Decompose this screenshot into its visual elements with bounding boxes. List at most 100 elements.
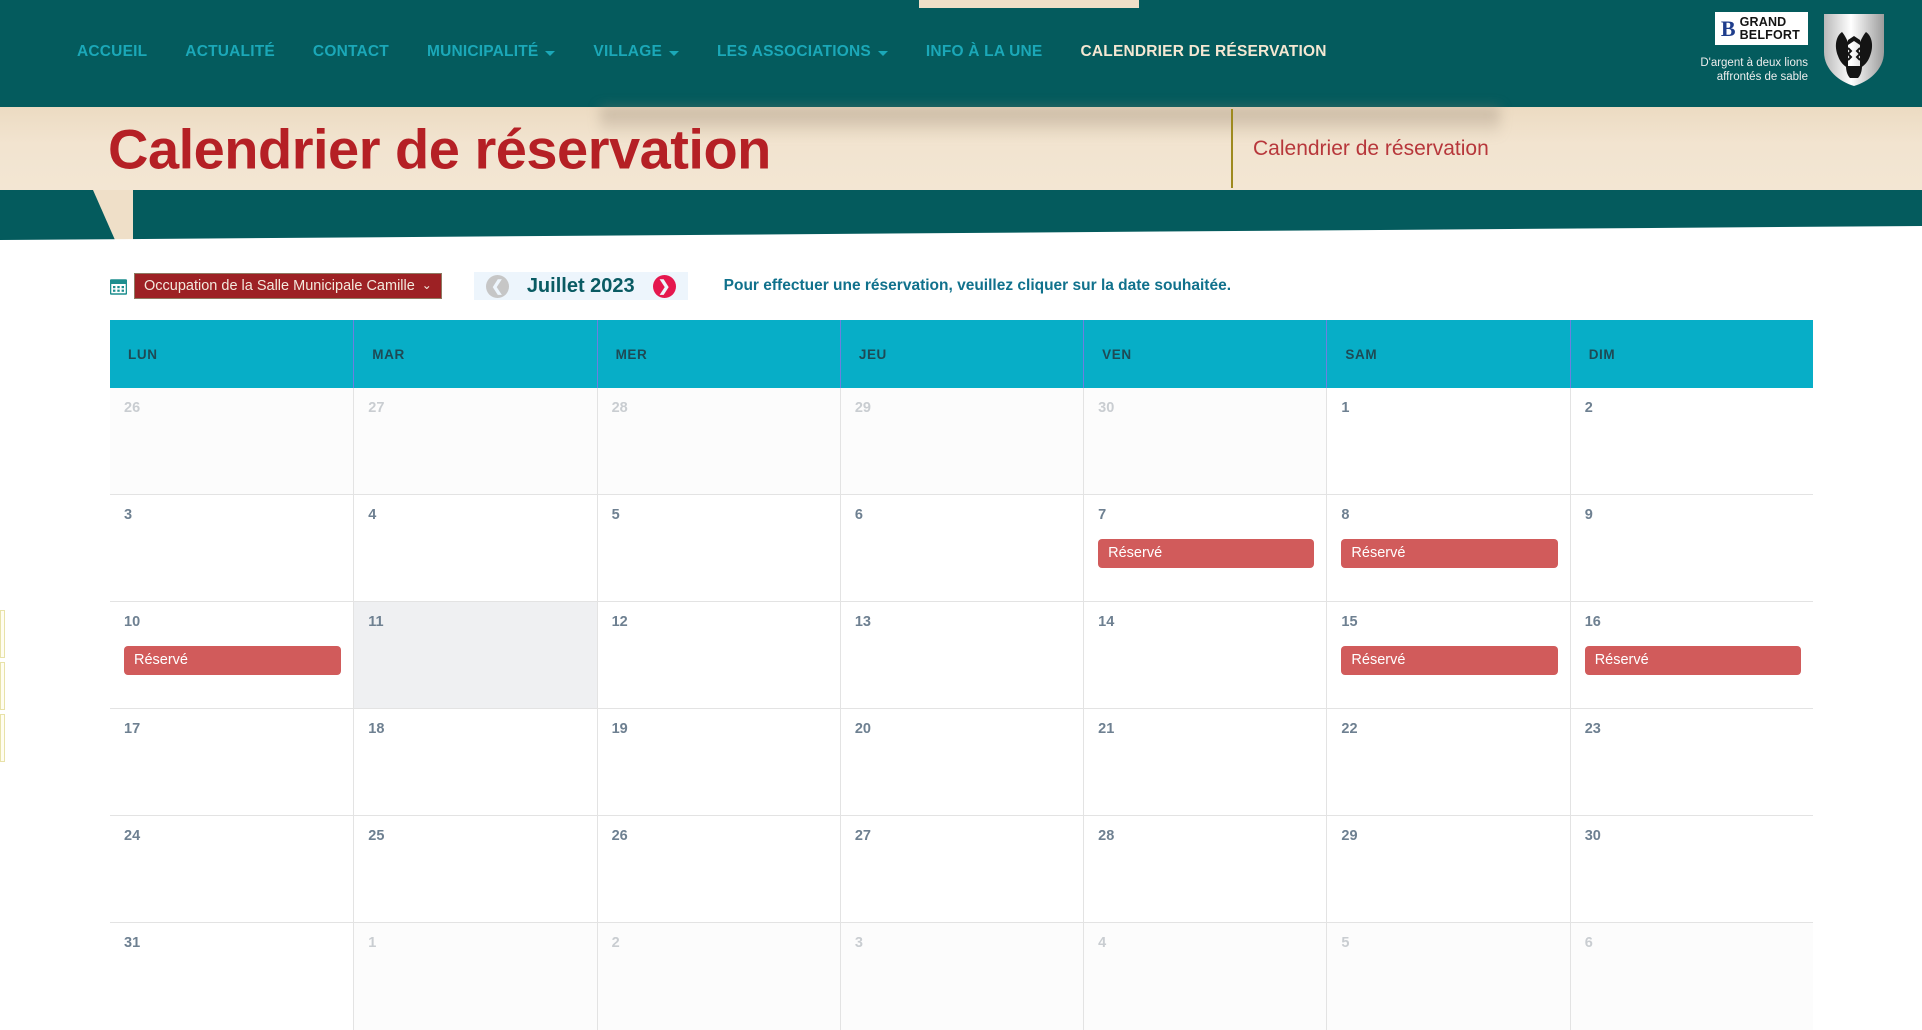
day-number: 29: [854, 400, 871, 416]
calendar-week-row: 17 18 19 20 21 22 23: [110, 709, 1813, 816]
reservation-calendar: LUN MAR MER JEU VEN SAM DIM 26 27 28 29 30 1 2…: [110, 320, 1813, 1030]
nav-item-label: VILLAGE: [593, 43, 662, 60]
calendar-day-cell[interactable]: 22: [1326, 709, 1570, 815]
day-number: 6: [1584, 935, 1593, 951]
chevron-down-icon: ⌄: [421, 277, 432, 292]
reserved-badge[interactable]: Réservé: [1584, 645, 1801, 675]
nav-item-les-associations[interactable]: LES ASSOCIATIONS: [698, 43, 907, 61]
calendar-day-cell[interactable]: 21: [1083, 709, 1327, 815]
day-header-lun: LUN: [128, 346, 158, 362]
day-number: 20: [854, 721, 871, 737]
calendar-day-cell[interactable]: 7 Réservé: [1083, 495, 1327, 601]
offscreen-widget-sliver: [0, 662, 5, 710]
nav-item-calendrier-de-reservation[interactable]: CALENDRIER DE RÉSERVATION: [1061, 43, 1345, 61]
calendar-day-cell[interactable]: 29: [839, 388, 1084, 494]
calendar-day-cell[interactable]: 20: [839, 709, 1084, 815]
day-number: 27: [854, 828, 871, 844]
nav-item-label: MUNICIPALITÉ: [426, 43, 539, 60]
calendar-day-cell[interactable]: 31: [110, 923, 354, 1030]
reserved-badge[interactable]: Réservé: [1098, 538, 1315, 568]
day-number: 1: [1341, 400, 1350, 416]
calendar-day-cell[interactable]: 10 Réservé: [110, 602, 354, 708]
calendar-icon: [109, 278, 128, 295]
day-number: 26: [124, 400, 141, 416]
calendar-day-cell[interactable]: 1: [1326, 388, 1570, 494]
day-number: 29: [1341, 828, 1358, 844]
calendar-day-cell[interactable]: 4: [353, 495, 597, 601]
calendar-week-row: 10 Réservé 11 12 13 14 15 Réservé 16 Réservé: [110, 602, 1813, 709]
calendar-day-cell[interactable]: 26: [110, 388, 354, 494]
calendar-day-cell[interactable]: 15 Réservé: [1326, 602, 1570, 708]
calendar-day-cell[interactable]: 30: [1083, 388, 1327, 494]
calendar-toolbar: Occupation de la Salle Municipale Camill…: [109, 272, 1231, 300]
nav-item-municipalite[interactable]: MUNICIPALITÉ: [408, 43, 574, 61]
day-number: 2: [1584, 400, 1593, 416]
calendar-day-cell[interactable]: 2: [596, 923, 840, 1030]
day-number: 5: [1341, 935, 1350, 951]
calendar-week-row: 3 4 5 6 7 Réservé 8 Réservé 9: [110, 495, 1813, 602]
site-logo[interactable]: B GRAND BELFORT D'argent à deux lions af…: [1668, 12, 1886, 88]
calendar-day-cell[interactable]: 2: [1569, 388, 1813, 494]
grand-belfort-logo: B GRAND BELFORT D'argent à deux lions af…: [1668, 12, 1808, 85]
nav-item-contact[interactable]: CONTACT: [294, 43, 408, 61]
next-month-button[interactable]: ❯: [652, 274, 676, 298]
calendar-day-cell[interactable]: 4: [1083, 923, 1327, 1030]
calendar-day-cell[interactable]: 17: [110, 709, 354, 815]
calendar-day-cell[interactable]: 23: [1569, 709, 1813, 815]
day-number: 10: [124, 614, 141, 630]
reserved-badge[interactable]: Réservé: [1341, 538, 1558, 568]
calendar-day-cell[interactable]: 8 Réservé: [1326, 495, 1570, 601]
page-title: Calendrier de réservation: [108, 117, 771, 180]
calendar-day-cell[interactable]: 18: [353, 709, 597, 815]
calendar-day-cell[interactable]: 30: [1569, 816, 1813, 922]
day-number: 6: [854, 507, 863, 523]
calendar-day-cell[interactable]: 9: [1569, 495, 1813, 601]
calendar-day-cell[interactable]: 3: [110, 495, 354, 601]
calendar-day-cell[interactable]: 29: [1326, 816, 1570, 922]
calendar-day-cell[interactable]: 12: [596, 602, 840, 708]
calendar-day-cell[interactable]: 16 Réservé: [1569, 602, 1813, 708]
nav-item-actualite[interactable]: ACTUALITÉ: [166, 43, 294, 61]
day-header-ven: VEN: [1083, 320, 1326, 388]
calendar-day-cell[interactable]: 19: [596, 709, 840, 815]
banner-notch-decoration: [93, 190, 133, 240]
nav-item-village[interactable]: VILLAGE: [574, 43, 698, 61]
breadcrumb: Calendrier de réservation: [1253, 136, 1489, 160]
previous-month-button[interactable]: ❮: [485, 274, 509, 298]
calendar-day-cell[interactable]: 11: [353, 602, 597, 708]
calendar-day-cell[interactable]: 13: [839, 602, 1084, 708]
room-select[interactable]: Occupation de la Salle Municipale Camill…: [134, 273, 442, 299]
calendar-day-cell[interactable]: 27: [839, 816, 1084, 922]
calendar-day-cell[interactable]: 14: [1083, 602, 1327, 708]
calendar-day-cell[interactable]: 28: [596, 388, 840, 494]
chevron-down-icon: [545, 50, 556, 56]
nav-item-label: ACCUEIL: [77, 43, 148, 60]
calendar-day-cell[interactable]: 26: [596, 816, 840, 922]
nav-item-accueil[interactable]: ACCUEIL: [58, 43, 166, 61]
day-number: 1: [368, 935, 377, 951]
calendar-day-cell[interactable]: 6: [839, 495, 1084, 601]
calendar-day-cell[interactable]: 25: [353, 816, 597, 922]
day-number: 27: [368, 400, 385, 416]
calendar-day-cell[interactable]: 28: [1083, 816, 1327, 922]
calendar-day-cell[interactable]: 5: [1326, 923, 1570, 1030]
nav-item-info-a-la-une[interactable]: INFO À LA UNE: [907, 43, 1062, 61]
calendar-day-cell[interactable]: 3: [839, 923, 1084, 1030]
chevron-down-icon: [877, 50, 888, 56]
calendar-day-cell[interactable]: 6: [1569, 923, 1813, 1030]
chevron-right-icon: ❯: [657, 277, 671, 295]
calendar-day-cell[interactable]: 1: [353, 923, 597, 1030]
coat-of-arms-shield-icon: [1822, 12, 1886, 88]
day-header-dim: DIM: [1569, 320, 1813, 388]
calendar-week-row: 24 25 26 27 28 29 30: [110, 816, 1813, 923]
day-number: 24: [124, 828, 141, 844]
calendar-week-row: 26 27 28 29 30 1 2: [110, 388, 1813, 495]
calendar-day-cell[interactable]: 27: [353, 388, 597, 494]
nav-item-label: INFO À LA UNE: [925, 43, 1043, 60]
reserved-badge[interactable]: Réservé: [124, 645, 342, 675]
reserved-badge[interactable]: Réservé: [1341, 645, 1558, 675]
day-number: 28: [611, 400, 628, 416]
calendar-day-cell[interactable]: 24: [110, 816, 354, 922]
chevron-left-icon: ❮: [491, 277, 504, 295]
calendar-day-cell[interactable]: 5: [596, 495, 840, 601]
